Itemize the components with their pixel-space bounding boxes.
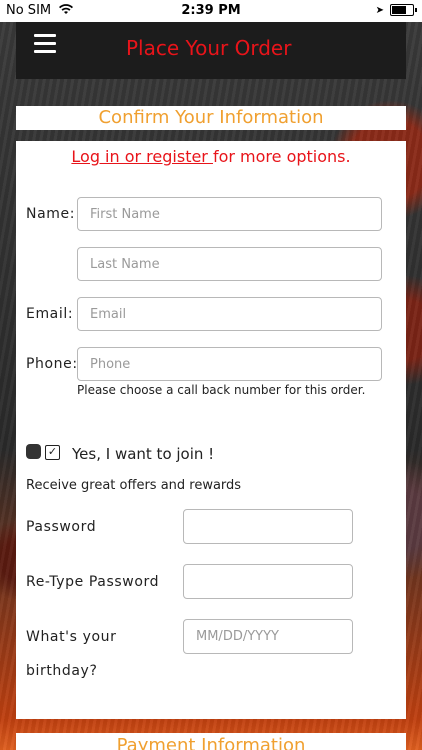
battery-icon xyxy=(390,4,417,16)
form-panel: Log in or register for more options. Nam… xyxy=(16,141,406,719)
first-name-input[interactable] xyxy=(77,197,382,231)
email-input[interactable] xyxy=(77,297,382,331)
birthday-label-line1: What's your xyxy=(26,629,117,645)
last-name-input[interactable] xyxy=(77,247,382,281)
phone-label: Phone: xyxy=(26,356,78,372)
birthday-label-line2: birthday? xyxy=(26,663,98,679)
name-label: Name: xyxy=(26,206,76,222)
confirm-section-title: Confirm Your Information xyxy=(16,106,406,130)
status-bar: No SIM 2:39 PM ➤ xyxy=(0,0,422,22)
join-checkbox[interactable]: ✓ xyxy=(45,445,60,460)
email-label: Email: xyxy=(26,306,74,322)
menu-icon[interactable] xyxy=(34,34,56,53)
password-input[interactable] xyxy=(183,509,353,544)
phone-help-text: Please choose a call back number for thi… xyxy=(77,383,366,397)
status-icons: ➤ xyxy=(375,4,417,16)
retype-password-label: Re-Type Password xyxy=(26,574,160,590)
retype-password-input[interactable] xyxy=(183,564,353,599)
login-suffix: for more options. xyxy=(212,147,351,166)
login-prompt: Log in or register for more options. xyxy=(16,147,406,166)
login-register-link[interactable]: Log in or register xyxy=(71,147,213,166)
password-label: Password xyxy=(26,519,97,535)
join-label: Yes, I want to join ! xyxy=(72,445,215,463)
phone-input[interactable] xyxy=(77,347,382,381)
birthday-input[interactable] xyxy=(183,619,353,654)
payment-section-title: Payment Information xyxy=(16,733,406,750)
clock: 2:39 PM xyxy=(181,3,241,18)
location-icon: ➤ xyxy=(375,4,384,16)
page-title: Place Your Order xyxy=(126,36,292,60)
join-toggle-icon[interactable] xyxy=(26,444,41,459)
offers-text: Receive great offers and rewards xyxy=(26,478,242,493)
app-header: Place Your Order xyxy=(16,22,406,79)
